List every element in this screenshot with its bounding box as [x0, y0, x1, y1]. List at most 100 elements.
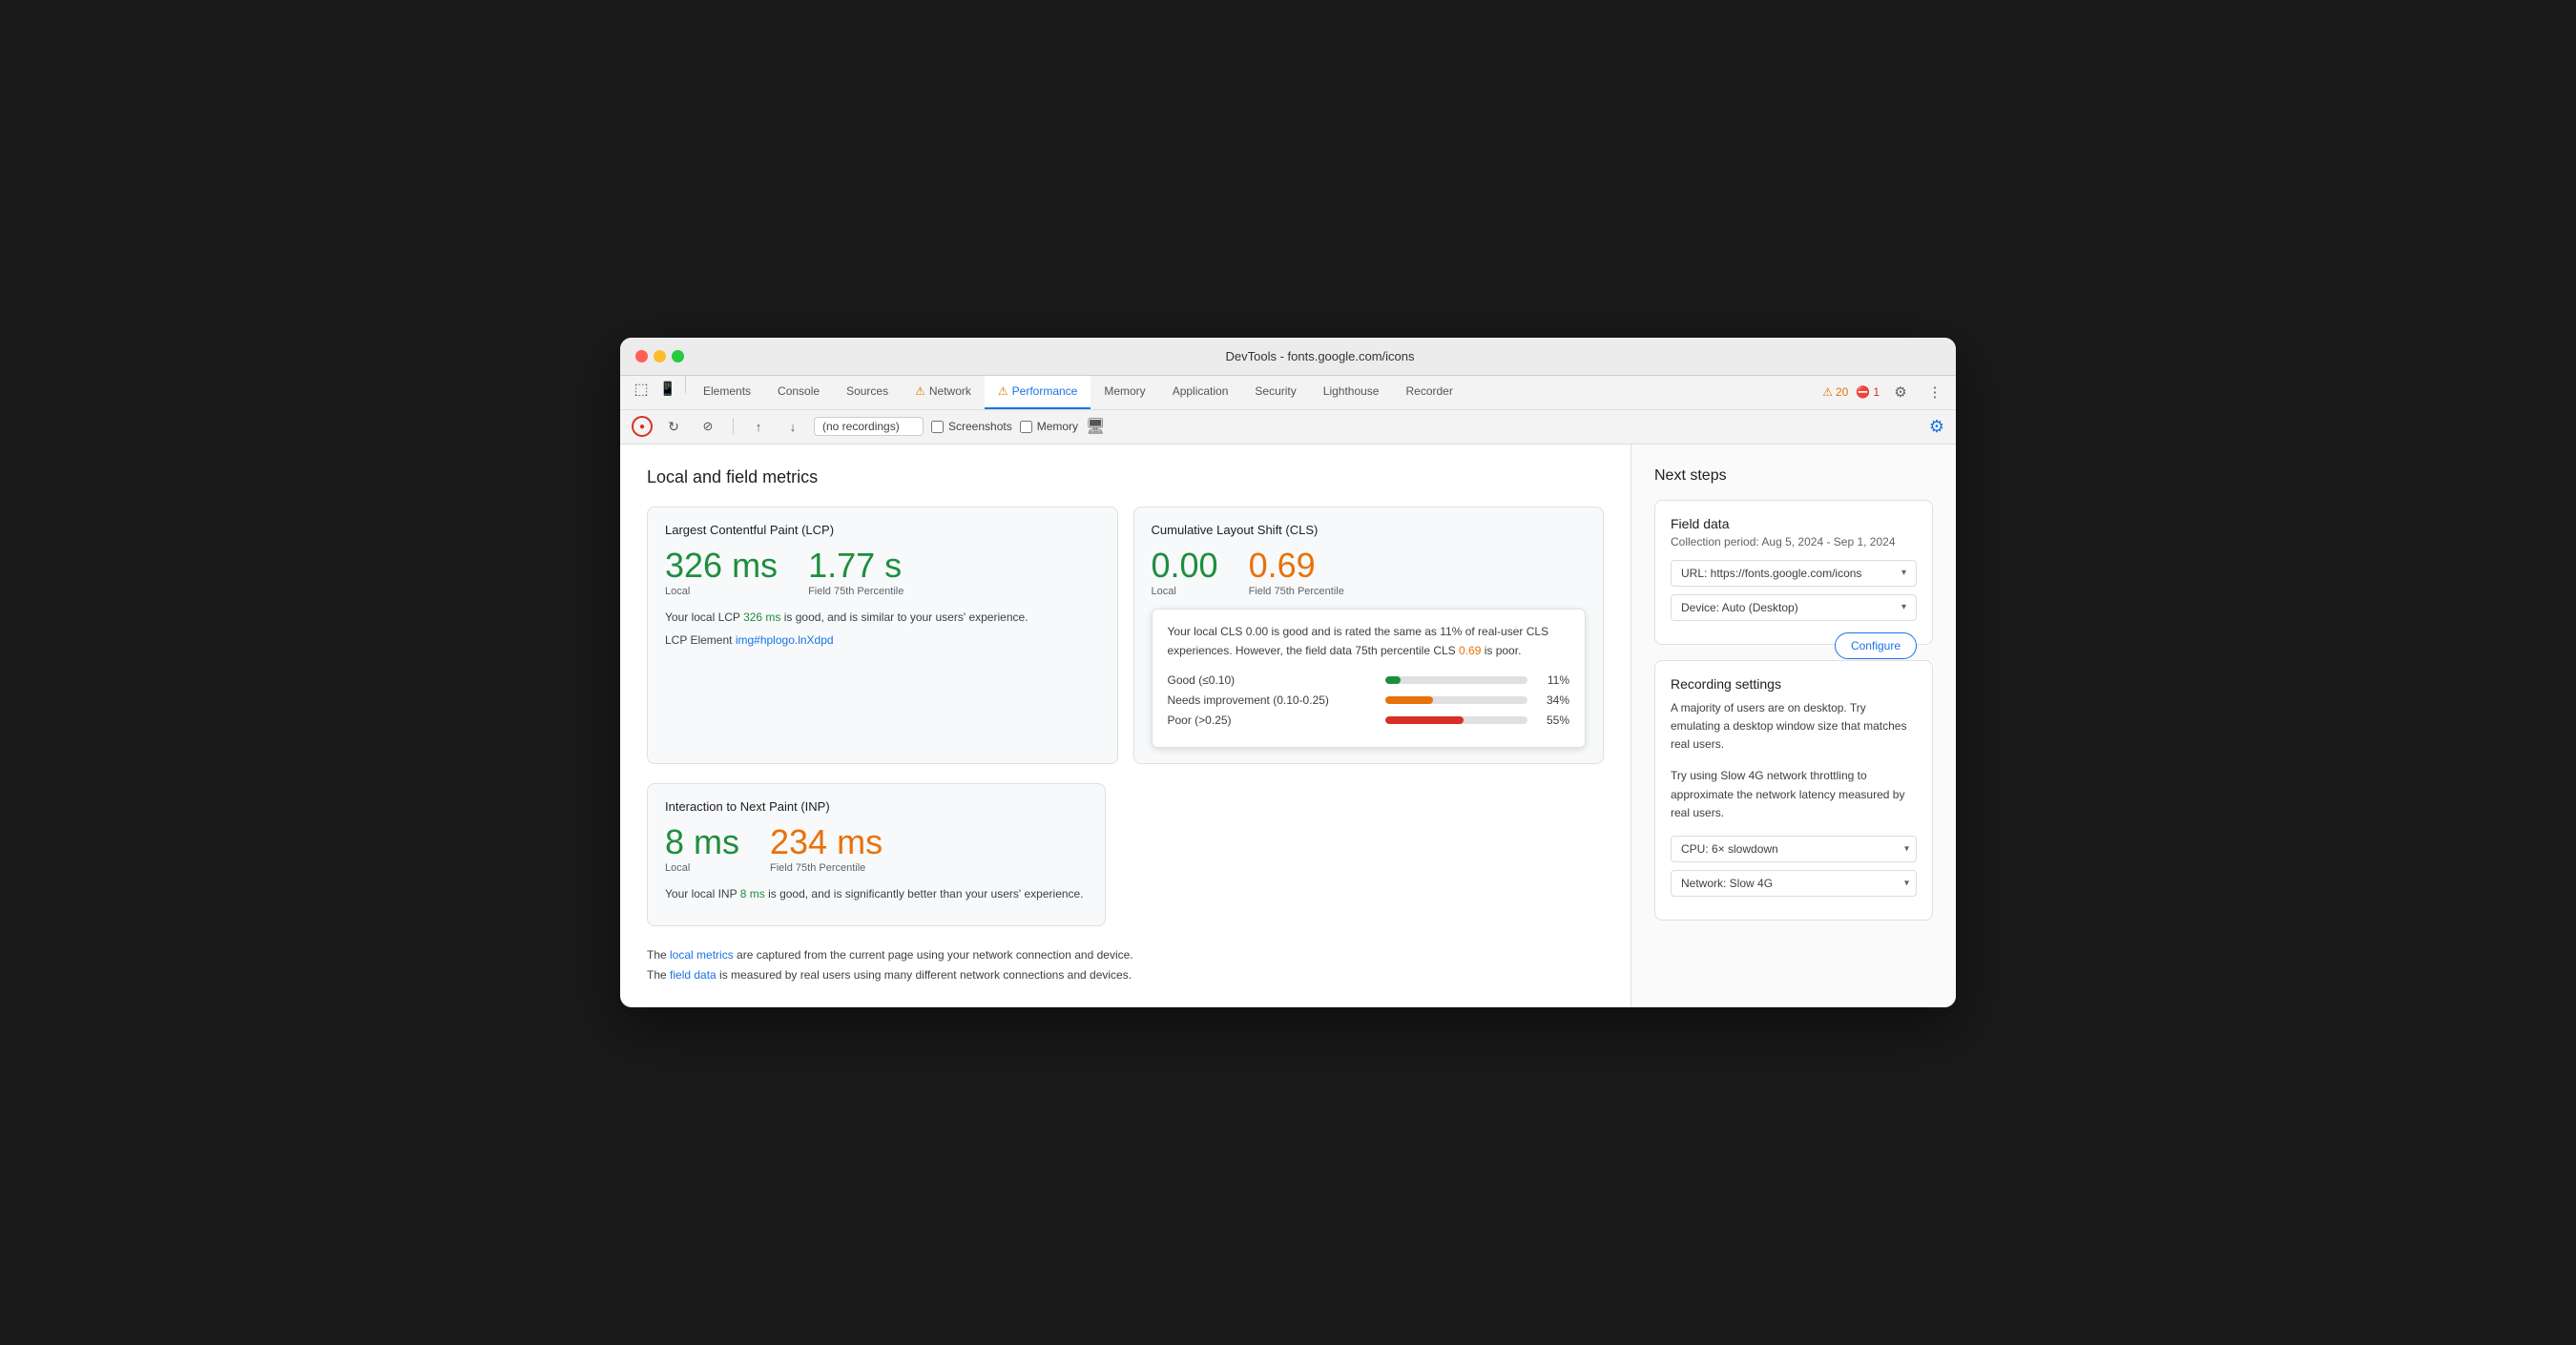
tab-sources[interactable]: Sources	[833, 376, 902, 409]
tab-recorder[interactable]: Recorder	[1392, 376, 1465, 409]
recordings-select[interactable]: (no recordings)	[814, 417, 924, 436]
warning-badge[interactable]: ⚠ 20	[1822, 385, 1848, 399]
inp-desc-end: is good, and is significantly better tha…	[765, 887, 1084, 900]
cls-values: 0.00 Local 0.69 Field 75th Percentile	[1152, 547, 1587, 598]
footer: The local metrics are captured from the …	[647, 945, 1604, 984]
cls-bar-poor-fill	[1385, 716, 1464, 724]
tab-memory[interactable]: Memory	[1091, 376, 1158, 409]
cls-bar-good: Good (≤0.10) 11%	[1168, 673, 1570, 687]
local-metrics-link[interactable]: local metrics	[670, 948, 734, 962]
lcp-element: LCP Element img#hplogo.lnXdpd	[665, 633, 1100, 647]
download-button[interactable]: ↓	[779, 413, 806, 440]
performance-warning-icon: ⚠	[998, 384, 1008, 398]
cls-title: Cumulative Layout Shift (CLS)	[1152, 523, 1587, 537]
footer-line1: The local metrics are captured from the …	[647, 945, 1604, 964]
cls-tooltip-highlight2: 0.69	[1459, 644, 1481, 657]
device-dropdown[interactable]: Device: Auto (Desktop) ▾	[1671, 594, 1917, 621]
error-badge[interactable]: ⛔ 1	[1856, 385, 1880, 399]
cpu-select-wrapper: CPU: 6× slowdown	[1671, 836, 1917, 862]
record-button[interactable]: ●	[632, 416, 653, 437]
lcp-element-link[interactable]: img#hplogo.lnXdpd	[736, 633, 834, 647]
field-data-card: Field data Collection period: Aug 5, 202…	[1654, 500, 1933, 645]
lcp-card: Largest Contentful Paint (LCP) 326 ms Lo…	[647, 507, 1118, 764]
tab-network[interactable]: ⚠ Network	[902, 376, 985, 409]
memory-checkbox-label[interactable]: Memory	[1020, 420, 1078, 433]
lcp-local-value: 326 ms	[665, 547, 778, 585]
recording-settings-desc1: A majority of users are on desktop. Try …	[1671, 699, 1917, 755]
metrics-grid: Largest Contentful Paint (LCP) 326 ms Lo…	[647, 507, 1604, 764]
gear-icon-blue[interactable]: ⚙	[1929, 417, 1944, 436]
cls-card: Cumulative Layout Shift (CLS) 0.00 Local…	[1133, 507, 1605, 764]
close-button[interactable]	[635, 350, 648, 362]
tab-bar: ⬚ 📱 Elements Console Sources ⚠ Network ⚠…	[620, 376, 1956, 410]
url-dropdown-arrow: ▾	[1901, 568, 1906, 578]
warning-icon: ⚠	[1822, 385, 1833, 399]
inspect-icon[interactable]: ⬚	[628, 376, 654, 403]
tab-lighthouse-label: Lighthouse	[1323, 384, 1380, 398]
url-dropdown-label: URL: https://fonts.google.com/icons	[1681, 567, 1861, 580]
tab-right-controls: ⚠ 20 ⛔ 1 ⚙ ⋮	[1822, 376, 1948, 409]
section-title: Local and field metrics	[647, 467, 1604, 487]
cls-tooltip: Your local CLS 0.00 is good and is rated…	[1152, 609, 1587, 747]
tab-recorder-label: Recorder	[1405, 384, 1452, 398]
memory-checkbox[interactable]	[1020, 421, 1032, 433]
recording-settings-desc2: Try using Slow 4G network throttling to …	[1671, 767, 1917, 822]
cls-bar-poor-track	[1385, 716, 1528, 724]
footer-line1-post: are captured from the current page using…	[734, 948, 1133, 962]
maximize-button[interactable]	[672, 350, 684, 362]
tab-security[interactable]: Security	[1241, 376, 1309, 409]
lcp-desc-end: is good, and is similar to your users' e…	[780, 610, 1028, 624]
lcp-element-label: LCP Element	[665, 633, 732, 647]
tab-performance[interactable]: ⚠ Performance	[985, 376, 1091, 409]
tab-console[interactable]: Console	[764, 376, 833, 409]
tab-console-label: Console	[778, 384, 820, 398]
lcp-desc-pre: Your local LCP	[665, 610, 743, 624]
tab-application-label: Application	[1173, 384, 1229, 398]
cls-tooltip-pre1: Your local CLS	[1168, 625, 1246, 638]
lcp-title: Largest Contentful Paint (LCP)	[665, 523, 1100, 537]
inp-field-label: Field 75th Percentile	[770, 862, 883, 874]
tab-elements-label: Elements	[703, 384, 751, 398]
network-select[interactable]: Network: Slow 4G	[1671, 870, 1917, 897]
memory-label: Memory	[1037, 420, 1078, 433]
tab-application[interactable]: Application	[1159, 376, 1242, 409]
tab-lighthouse[interactable]: Lighthouse	[1310, 376, 1393, 409]
cls-bar-good-pct: 11%	[1535, 673, 1569, 687]
tab-elements[interactable]: Elements	[690, 376, 764, 409]
cls-bar-needs-track	[1385, 696, 1528, 704]
separator-1	[685, 376, 686, 393]
tab-sources-label: Sources	[846, 384, 888, 398]
url-dropdown[interactable]: URL: https://fonts.google.com/icons ▾	[1671, 560, 1917, 587]
screenshots-checkbox[interactable]	[931, 421, 944, 433]
cls-local-value: 0.00	[1152, 547, 1218, 585]
settings-icon[interactable]: ⚙	[1887, 379, 1914, 405]
cpu-select[interactable]: CPU: 6× slowdown	[1671, 836, 1917, 862]
monitor-icon[interactable]: 🖥	[1086, 417, 1105, 436]
screenshots-checkbox-label[interactable]: Screenshots	[931, 420, 1012, 433]
separator-2	[733, 418, 734, 435]
traffic-lights	[635, 350, 684, 362]
refresh-button[interactable]: ↻	[660, 413, 687, 440]
clear-button[interactable]: ⊘	[695, 413, 721, 440]
screenshots-label: Screenshots	[948, 420, 1012, 433]
cls-bar-needs-label: Needs improvement (0.10-0.25)	[1168, 693, 1378, 707]
cls-local-label: Local	[1152, 586, 1218, 597]
configure-button[interactable]: Configure	[1835, 632, 1917, 659]
cls-bar-good-label: Good (≤0.10)	[1168, 673, 1378, 687]
cls-local-group: 0.00 Local	[1152, 547, 1218, 598]
device-dropdown-arrow: ▾	[1901, 602, 1906, 612]
cls-bar-good-fill	[1385, 676, 1401, 684]
lcp-desc-highlight: 326 ms	[743, 610, 780, 624]
field-data-link[interactable]: field data	[670, 968, 717, 982]
inp-values: 8 ms Local 234 ms Field 75th Percentile	[665, 823, 1088, 875]
device-icon[interactable]: 📱	[654, 376, 681, 403]
inp-title: Interaction to Next Paint (INP)	[665, 799, 1088, 814]
cls-bar-needs-fill	[1385, 696, 1434, 704]
more-options-icon[interactable]: ⋮	[1922, 379, 1948, 405]
footer-line2-post: is measured by real users using many dif…	[717, 968, 1132, 982]
title-bar: DevTools - fonts.google.com/icons	[620, 338, 1956, 376]
settings-icon-right[interactable]: ⚙	[1929, 417, 1944, 437]
inp-local-value: 8 ms	[665, 823, 739, 861]
minimize-button[interactable]	[654, 350, 666, 362]
upload-button[interactable]: ↑	[745, 413, 772, 440]
